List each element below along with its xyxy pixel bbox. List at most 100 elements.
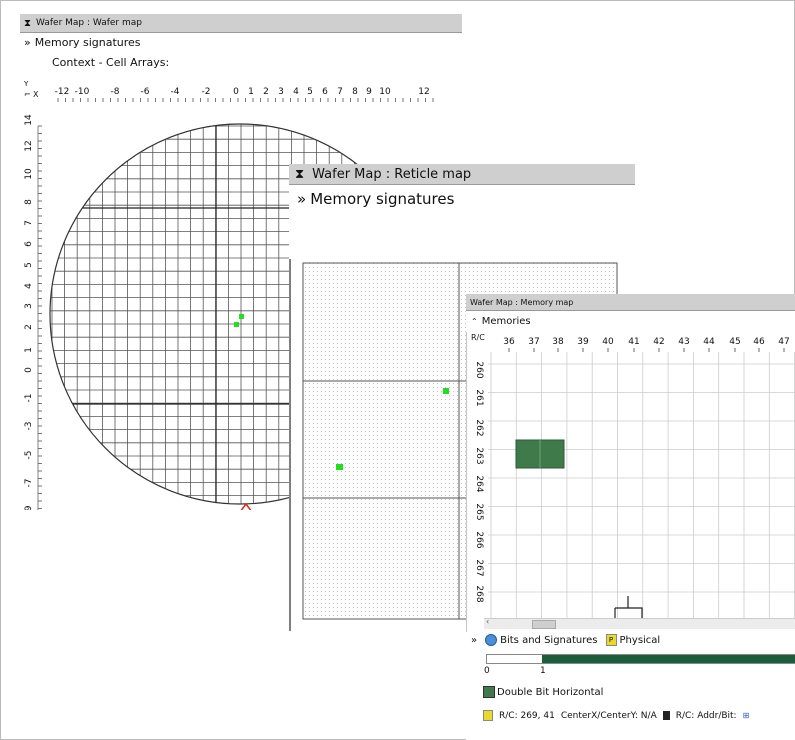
y-tick-label: 7 <box>24 220 34 226</box>
legend-label: Double Bit Horizontal <box>497 686 604 698</box>
column-tick-label: 40 <box>602 337 614 347</box>
color-scale-fill <box>542 655 795 663</box>
minimize-icon[interactable]: ⧗ <box>295 167 304 182</box>
scale-one-label: 1 <box>540 666 546 676</box>
column-tick-label: 45 <box>729 337 740 347</box>
row-tick-label: 262 <box>474 419 484 436</box>
y-tick-label: 12 <box>24 140 34 151</box>
memory-map-canvas[interactable]: 36 37 38 39 40 41 42 43 44 45 46 47 260 261 262 263 264… <box>466 332 795 632</box>
wafer-notch-marker-icon <box>240 502 252 510</box>
memory-map-titlebar[interactable]: Wafer Map : Memory map <box>466 294 795 311</box>
status-center: CenterX/CenterY: N/A <box>560 710 657 721</box>
x-tick-label: 3 <box>278 87 284 97</box>
scale-start-label: 0 <box>484 666 490 676</box>
x-tick-label: 12 <box>418 87 429 97</box>
reticle-memory-signatures-toggle[interactable]: » Memory signatures <box>297 190 454 208</box>
legend-item: Double Bit Horizontal <box>483 686 603 698</box>
physical-icon: P <box>605 634 617 646</box>
reticle-map-titlebar[interactable]: ⧗ Wafer Map : Reticle map <box>289 164 635 185</box>
tab-physical-label: Physical <box>619 634 661 646</box>
tab-physical[interactable]: P Physical <box>605 634 661 646</box>
address-icon: ⊞ <box>742 711 750 720</box>
chevron-double-down-icon[interactable]: » <box>471 635 477 646</box>
row-tick-label: 263 <box>474 447 484 464</box>
bits-tabs-row: » Bits and Signatures P Physical <box>471 634 660 646</box>
status-bar: R/C: 269, 41 CenterX/CenterY: N/A R/C: A… <box>483 710 749 721</box>
minimize-icon[interactable]: ⧗ <box>24 18 31 29</box>
scroll-left-arrow-icon[interactable]: ‹ <box>486 617 489 626</box>
y-tick-label: 5 <box>24 262 34 268</box>
memory-map-window: Wafer Map : Memory map ⌃ Memories R/C 36… <box>466 294 795 740</box>
row-tick-label: 266 <box>474 531 484 548</box>
x-tick-label: 2 <box>263 87 269 97</box>
legend-swatch <box>483 686 495 698</box>
bit-icon <box>662 711 670 720</box>
y-tick-label: -5 <box>24 451 34 460</box>
chevron-double-up-icon: ⌃ <box>471 317 478 326</box>
x-tick-label: 4 <box>293 87 299 97</box>
y-tick-label: -9 <box>24 505 34 510</box>
wafer-map-titlebar[interactable]: ⧗ Wafer Map : Wafer map <box>20 14 462 33</box>
row-tick-label: 264 <box>474 475 484 492</box>
memory-signatures-label: Memory signatures <box>34 36 141 49</box>
wafer-defect-point[interactable] <box>234 322 239 327</box>
column-tick-label: 38 <box>552 337 564 347</box>
status-rc: R/C: 269, 41 <box>499 710 555 721</box>
y-tick-label: -1 <box>24 394 34 403</box>
scrollbar-thumb[interactable] <box>532 620 556 629</box>
row-tick-label: 267 <box>474 559 484 576</box>
x-tick-label: -8 <box>111 87 120 97</box>
x-tick-label: -4 <box>171 87 180 97</box>
y-tick-label: 6 <box>24 241 34 247</box>
y-tick-label: 1 <box>24 347 34 353</box>
tab-bits-label: Bits and Signatures <box>500 634 598 646</box>
wafer-map-title: Wafer Map : Wafer map <box>36 18 142 28</box>
x-tick-label: -6 <box>141 87 150 97</box>
memory-map-title: Wafer Map : Memory map <box>470 297 574 307</box>
x-tick-label: 10 <box>379 87 391 97</box>
memory-horizontal-scrollbar[interactable]: ‹ <box>484 617 795 629</box>
y-tick-label: 14 <box>24 114 34 126</box>
reticle-map-title: Wafer Map : Reticle map <box>312 166 472 182</box>
x-tick-label: 8 <box>352 87 358 97</box>
bits-icon <box>485 634 498 646</box>
wafer-defect-point[interactable] <box>239 314 244 319</box>
row-tick-label: 268 <box>474 585 484 602</box>
chevron-double-down-icon: » <box>24 36 31 49</box>
tab-bits-and-signatures[interactable]: Bits and Signatures <box>485 634 598 646</box>
x-tick-label: -2 <box>202 87 211 97</box>
column-tick-label: 39 <box>577 337 589 347</box>
memory-grid-area <box>488 352 795 618</box>
x-tick-label: 7 <box>337 87 343 97</box>
x-tick-label: 9 <box>366 87 372 97</box>
y-tick-label: -3 <box>24 422 34 431</box>
reticle-defect-point[interactable] <box>336 464 343 470</box>
column-tick-label: 43 <box>678 337 689 347</box>
y-tick-label: 0 <box>24 367 34 373</box>
status-addr: R/C: Addr/Bit: <box>675 710 737 721</box>
x-tick-label: 5 <box>307 87 313 97</box>
row-tick-label: 265 <box>474 503 484 520</box>
column-tick-label: 37 <box>528 337 539 347</box>
reticle-memory-signatures-label: Memory signatures <box>310 190 455 208</box>
chevron-double-down-icon: » <box>297 190 307 208</box>
y-tick-label: 10 <box>24 168 34 180</box>
y-tick-label: -7 <box>24 479 34 488</box>
column-tick-label: 42 <box>653 337 664 347</box>
y-tick-label: 2 <box>24 324 34 330</box>
reticle-defect-point[interactable] <box>443 388 449 394</box>
context-label: Context - Cell Arrays: <box>52 56 170 69</box>
x-tick-label: -12 <box>55 87 70 97</box>
x-tick-label: 6 <box>322 87 328 97</box>
column-tick-label: 36 <box>503 337 515 347</box>
column-tick-label: 41 <box>628 337 639 347</box>
x-tick-label: -10 <box>75 87 90 97</box>
memories-section-toggle[interactable]: ⌃ Memories <box>471 316 531 327</box>
memory-signatures-section-toggle[interactable]: » Memory signatures <box>24 36 141 49</box>
column-tick-label: 46 <box>753 337 765 347</box>
x-tick-label: 0 <box>233 87 239 97</box>
y-tick-label: 4 <box>24 283 34 289</box>
column-tick-label: 44 <box>703 337 715 347</box>
memories-label: Memories <box>481 316 531 327</box>
color-scale-bar <box>486 654 795 664</box>
